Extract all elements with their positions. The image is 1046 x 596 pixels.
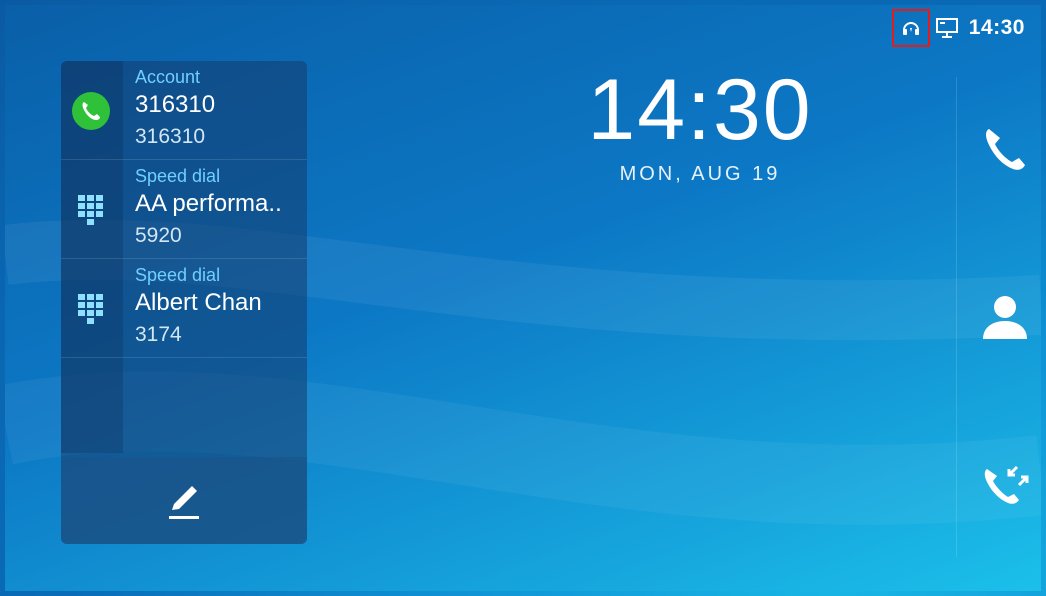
entry-name: AA performa.. [135, 190, 282, 217]
contacts-icon [983, 296, 1027, 339]
status-bar: 14:30 [891, 5, 1041, 51]
entry-name: 316310 [135, 91, 216, 118]
home-clock: 14:30 MON, AUG 19 [545, 67, 855, 186]
headset-icon [891, 9, 930, 47]
edit-button[interactable] [61, 457, 307, 544]
entry-label: Account [135, 67, 201, 87]
entry-number: 5920 [135, 224, 182, 247]
keypad-icon [71, 289, 111, 329]
entry-number: 3174 [135, 323, 182, 346]
entry-label: Speed dial [135, 166, 221, 186]
home-screen: 14:30 Account 316310 316310 Speed dial A… [5, 5, 1041, 591]
phone-icon [71, 91, 111, 131]
clock-date: MON, AUG 19 [619, 163, 781, 185]
account-panel: Account 316310 316310 Speed dial AA perf… [61, 61, 307, 544]
dialer-button[interactable] [977, 121, 1033, 177]
contacts-button[interactable] [977, 289, 1033, 345]
call-history-icon [984, 465, 1029, 504]
clock-time: 14:30 [587, 62, 813, 158]
entry-name: Albert Chan [135, 289, 262, 316]
network-icon [935, 16, 959, 40]
speed-dial-entry[interactable]: Speed dial AA performa.. 5920 [61, 160, 307, 259]
speed-dial-entry[interactable]: Speed dial Albert Chan 3174 [61, 259, 307, 358]
right-sidebar [956, 77, 1041, 557]
status-time: 14:30 [968, 16, 1025, 39]
keypad-icon [71, 190, 111, 230]
call-history-button[interactable] [977, 455, 1033, 511]
account-entry[interactable]: Account 316310 316310 [61, 61, 307, 160]
entry-label: Speed dial [135, 265, 221, 285]
entry-number: 316310 [135, 125, 206, 148]
pencil-icon [169, 485, 199, 519]
dialer-icon [986, 129, 1025, 170]
